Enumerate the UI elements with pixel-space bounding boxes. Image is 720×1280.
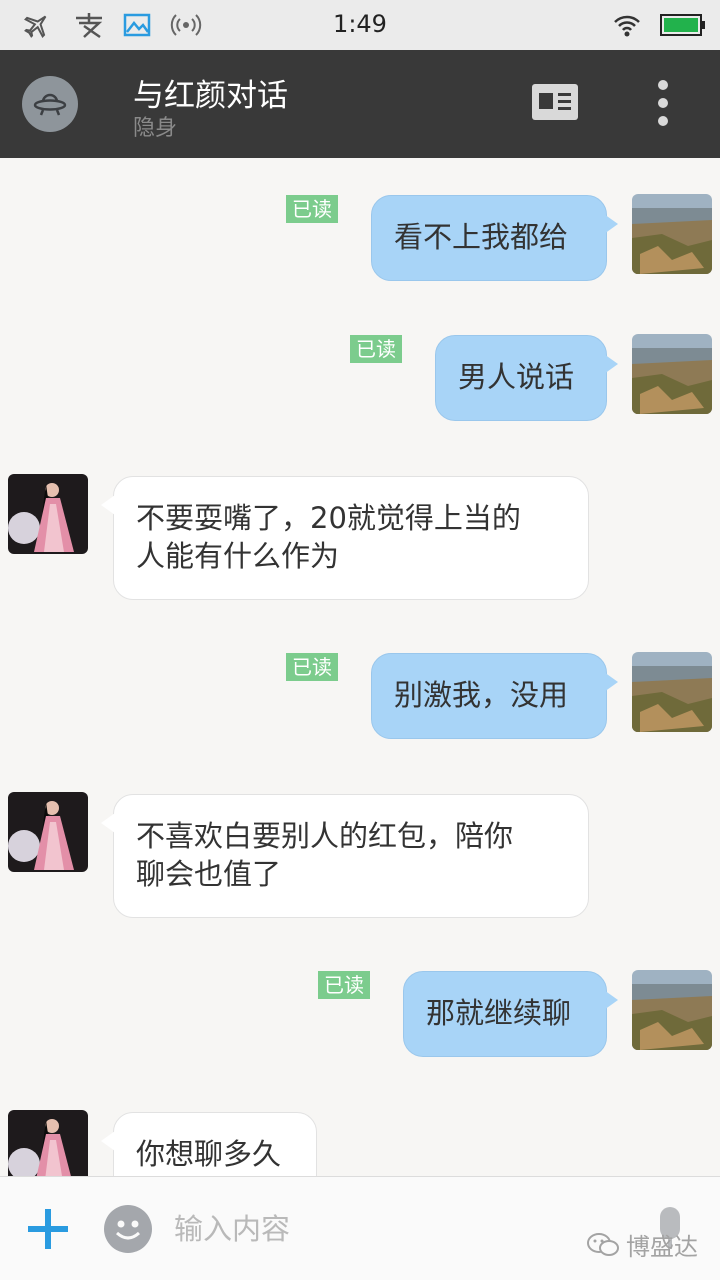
outgoing-message[interactable]: 别激我，没用: [371, 653, 618, 739]
incoming-message[interactable]: 你想聊多久: [101, 1112, 317, 1176]
landscape-avatar-image: [632, 194, 712, 274]
my-avatar[interactable]: [632, 194, 712, 274]
message-line: 人能有什么作为: [136, 539, 340, 573]
message-line: 不要耍嘴了，20就觉得上当的: [136, 501, 521, 535]
outgoing-message[interactable]: 看不上我都给: [371, 195, 618, 281]
watermark-text: 博盛达: [626, 1233, 698, 1261]
incoming-message[interactable]: 不要耍嘴了，20就觉得上当的 人能有什么作为: [101, 476, 589, 600]
id-card-icon: [532, 84, 578, 120]
dot-icon: [658, 98, 668, 108]
contact-avatar-small[interactable]: [8, 792, 88, 872]
chat-header: 与红颜对话 隐身: [0, 50, 720, 158]
message-line: 聊会也值了: [136, 857, 282, 891]
woman-avatar-image: [8, 474, 88, 554]
dot-icon: [658, 80, 668, 90]
landscape-avatar-image: [632, 970, 712, 1050]
ufo-icon: [33, 93, 67, 116]
woman-avatar-image: [8, 1110, 88, 1176]
input-bar: 博盛达: [0, 1176, 720, 1280]
my-avatar[interactable]: [632, 334, 712, 414]
my-avatar[interactable]: [632, 970, 712, 1050]
my-avatar[interactable]: [632, 652, 712, 732]
read-badge: 已读: [286, 653, 338, 681]
read-badge: 已读: [350, 335, 402, 363]
message-input[interactable]: [174, 1207, 594, 1251]
outgoing-message[interactable]: 男人说话: [435, 335, 618, 421]
message-list[interactable]: 已读 看不上我都给 已读 男人说话 不要耍嘴了，20就觉得上当的 人能有什么作为…: [0, 158, 720, 1176]
chat-title: 与红颜对话: [133, 78, 288, 114]
status-bar: 1:49: [0, 0, 720, 50]
more-options-button[interactable]: [650, 80, 676, 126]
incoming-message[interactable]: 不喜欢白要别人的红包，陪你 聊会也值了: [101, 794, 589, 918]
contact-avatar-small[interactable]: [8, 474, 88, 554]
dot-icon: [658, 116, 668, 126]
contact-status: 隐身: [133, 116, 178, 141]
outgoing-message[interactable]: 那就继续聊: [403, 971, 618, 1057]
wechat-icon: [587, 1232, 619, 1256]
battery-icon: [660, 10, 706, 40]
emoji-button[interactable]: [104, 1205, 152, 1253]
contact-avatar[interactable]: [22, 76, 78, 132]
smiley-icon: [115, 1220, 141, 1240]
add-attachment-button[interactable]: [26, 1207, 70, 1251]
contact-avatar-small[interactable]: [8, 1110, 88, 1176]
woman-avatar-image: [8, 792, 88, 872]
landscape-avatar-image: [632, 652, 712, 732]
watermark: 博盛达: [586, 1227, 698, 1262]
read-badge: 已读: [286, 195, 338, 223]
plus-icon: [28, 1209, 68, 1249]
profile-card-button[interactable]: [531, 83, 579, 121]
landscape-avatar-image: [632, 334, 712, 414]
wifi-icon: [612, 10, 642, 40]
read-badge: 已读: [318, 971, 370, 999]
message-line: 不喜欢白要别人的红包，陪你: [136, 819, 514, 853]
